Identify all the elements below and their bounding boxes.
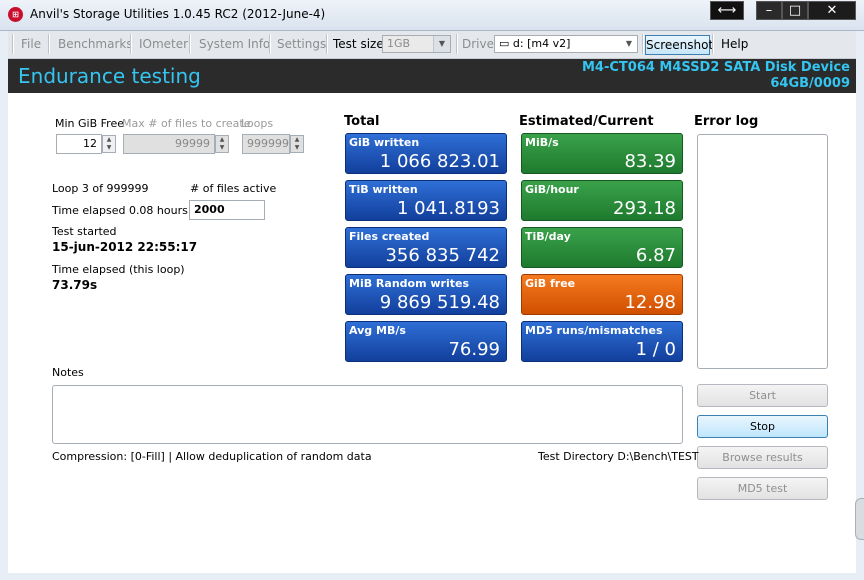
menu-separator (269, 34, 271, 54)
close-button[interactable]: ✕ (808, 1, 856, 20)
time-elapsed-loop-label: Time elapsed (this loop) (52, 263, 185, 276)
menu-separator (642, 34, 644, 54)
test-started-value: 15-jun-2012 22:55:17 (52, 240, 198, 254)
tile-tib-written: TiB written 1 041.8193 (345, 180, 507, 221)
page-title: Endurance testing (18, 64, 201, 88)
test-directory-info: Test Directory D:\Bench\TEST (538, 450, 699, 463)
error-log-box[interactable] (697, 134, 828, 369)
test-size-label: Test size (333, 37, 384, 51)
tile-gib-per-hour: GiB/hour 293.18 (521, 180, 683, 221)
page-header: Endurance testing M4-CT064 M4SSD2 SATA D… (8, 59, 856, 93)
tile-value: 12.98 (624, 292, 676, 313)
estimated-heading: Estimated/Current (519, 114, 654, 129)
menu-system-info[interactable]: System Info (199, 37, 270, 51)
time-elapsed: Time elapsed 0.08 hours (52, 204, 188, 217)
menu-file[interactable]: File (21, 37, 41, 51)
min-gib-free-label: Min GiB Free (55, 117, 124, 130)
notes-label: Notes (52, 366, 84, 379)
app-icon: ⊞ (8, 7, 23, 22)
tile-label: MiB Random writes (349, 277, 470, 290)
minimize-button[interactable]: – (756, 1, 782, 20)
tile-gib-written: GiB written 1 066 823.01 (345, 133, 507, 174)
tile-mib-random-writes: MiB Random writes 9 869 519.48 (345, 274, 507, 315)
menu-settings[interactable]: Settings (277, 37, 326, 51)
tile-value: 1 066 823.01 (379, 151, 500, 172)
tile-avg-mbs: Avg MB/s 76.99 (345, 321, 507, 362)
loops-spinner[interactable]: ▲ ▼ (290, 135, 304, 153)
tile-value: 6.87 (635, 245, 676, 266)
tile-value: 1 / 0 (635, 339, 676, 360)
tile-label: TiB/day (525, 230, 571, 243)
main-panel: Min GiB Free 12 ▲ ▼ Max # of files to cre… (8, 93, 856, 573)
tile-label: Files created (349, 230, 430, 243)
drive-value: d: [m4 v2] (512, 37, 571, 50)
md5-test-button[interactable]: MD5 test (697, 477, 828, 500)
min-gib-free-input[interactable]: 12 (56, 134, 102, 154)
max-files-input[interactable]: 99999 (123, 134, 215, 154)
menu-separator (12, 34, 14, 54)
tile-value: 83.39 (624, 151, 676, 172)
tile-value: 9 869 519.48 (379, 292, 500, 313)
files-active-label: # of files active (190, 182, 277, 195)
tile-value: 356 835 742 (385, 245, 500, 266)
window-title: Anvil's Storage Utilities 1.0.45 RC2 (20… (30, 7, 326, 21)
loops-input[interactable]: 999999 (242, 134, 290, 154)
browse-results-button[interactable]: Browse results (697, 446, 828, 469)
maximize-button[interactable]: □ (782, 1, 808, 20)
menu-iometer[interactable]: IOmeter (139, 37, 188, 51)
device-size: 64GB/0009 (770, 76, 850, 91)
tile-label: GiB/hour (525, 183, 579, 196)
menu-bar: File Benchmarks IOmeter System Info Sett… (8, 31, 856, 59)
tile-tib-per-day: TiB/day 6.87 (521, 227, 683, 268)
files-active-input[interactable]: 2000 (189, 200, 265, 220)
test-size-value: 1GB (387, 37, 411, 50)
menu-separator (189, 34, 191, 54)
start-button[interactable]: Start (697, 384, 828, 407)
menu-separator (456, 34, 458, 54)
time-elapsed-loop-value: 73.79s (52, 278, 98, 292)
notes-textarea[interactable] (52, 385, 683, 444)
tile-label: MiB/s (525, 136, 559, 149)
tile-mib-per-s: MiB/s 83.39 (521, 133, 683, 174)
tile-md5-runs: MD5 runs/mismatches 1 / 0 (521, 321, 683, 362)
chevron-down-icon: ▼ (621, 36, 637, 52)
side-scroll-handle[interactable] (855, 498, 864, 540)
error-log-heading: Error log (694, 114, 759, 129)
drive-label: Drive (462, 37, 494, 51)
test-size-select[interactable]: 1GB ▼ (382, 35, 451, 53)
tile-files-created: Files created 356 835 742 (345, 227, 507, 268)
menu-separator (48, 34, 50, 54)
totals-heading: Total (344, 114, 380, 129)
tile-value: 76.99 (448, 339, 500, 360)
tile-label: GiB free (525, 277, 576, 290)
menu-separator (712, 34, 714, 54)
screenshot-button[interactable]: Screenshot (645, 35, 713, 55)
title-bar: ⊞ Anvil's Storage Utilities 1.0.45 RC2 (… (0, 0, 864, 31)
menu-separator (130, 34, 132, 54)
menu-separator (326, 34, 328, 54)
tile-label: TiB written (349, 183, 418, 196)
drive-icon: ▭ (499, 37, 513, 50)
chevron-down-icon: ▼ (433, 36, 450, 52)
tile-label: Avg MB/s (349, 324, 406, 337)
loop-status: Loop 3 of 999999 (52, 182, 149, 195)
tile-label: GiB written (349, 136, 420, 149)
max-files-label: Max # of files to create (122, 117, 251, 130)
min-gib-free-spinner[interactable]: ▲ ▼ (102, 135, 116, 153)
loops-label: Loops (241, 117, 274, 130)
tile-gib-free: GiB free 12.98 (521, 274, 683, 315)
test-started-label: Test started (52, 225, 117, 238)
menu-benchmarks[interactable]: Benchmarks (58, 37, 133, 51)
tile-label: MD5 runs/mismatches (525, 324, 663, 337)
max-files-spinner[interactable]: ▲ ▼ (215, 135, 229, 153)
stop-button[interactable]: Stop (697, 415, 828, 438)
menu-help[interactable]: Help (721, 37, 748, 51)
tile-value: 293.18 (613, 198, 676, 219)
tile-value: 1 041.8193 (396, 198, 500, 219)
drive-select[interactable]: ▭ d: [m4 v2] ▼ (494, 35, 638, 53)
compression-info: Compression: [0-Fill] | Allow deduplicat… (52, 450, 372, 463)
resize-arrows-icon[interactable]: ⟷ (710, 1, 744, 20)
device-name: M4-CT064 M4SSD2 SATA Disk Device (581, 60, 850, 75)
